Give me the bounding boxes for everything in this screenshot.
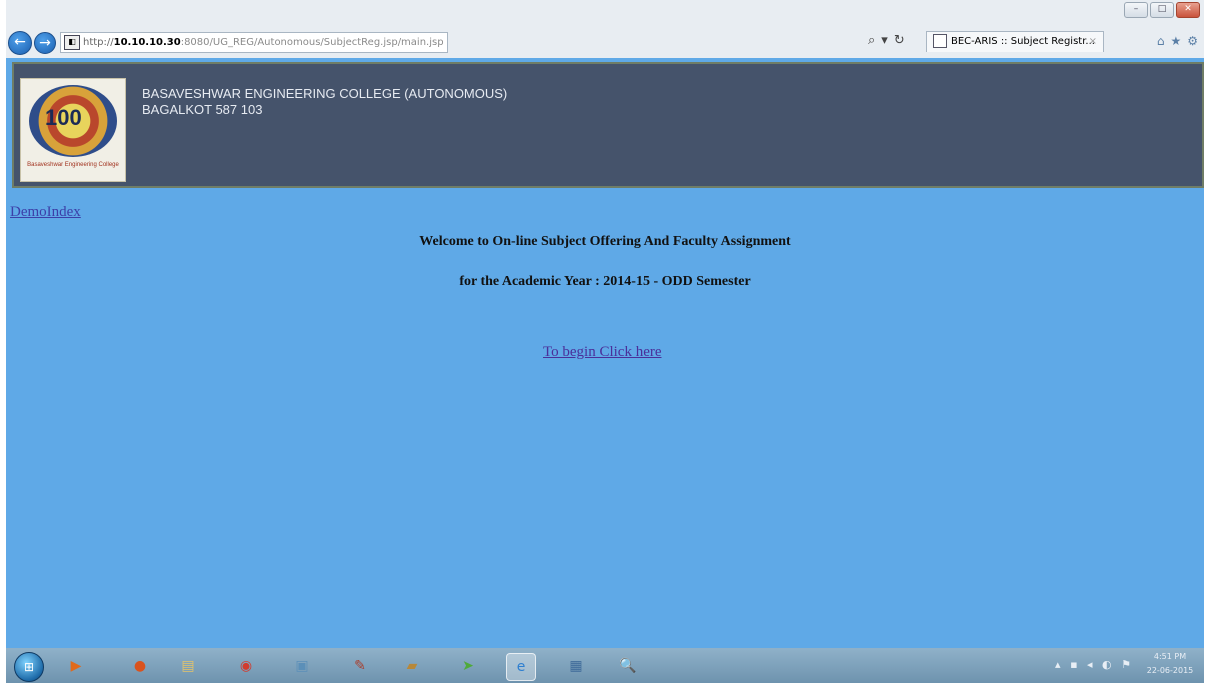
home-icon[interactable]: ⌂: [1157, 34, 1165, 48]
tab-favicon-icon: [933, 34, 947, 48]
internet-explorer-icon[interactable]: e: [506, 653, 536, 681]
college-name-line: BASAVESHWAR ENGINEERING COLLEGE (AUTONOM…: [142, 86, 508, 101]
tools-icon[interactable]: ⚙: [1187, 34, 1198, 48]
chrome-icon[interactable]: ◉: [232, 653, 260, 679]
magnifier-icon[interactable]: 🔍: [614, 653, 642, 679]
refresh-icon[interactable]: ↻: [894, 33, 905, 48]
taskbar: ⊞ ▶ ● ▤ ◉ ▣ ✎ ▰ ➤ e ▦ 🔍 ▴ ▪ ◂ ◐ ⚑ 4:51 PM 22-06-20…: [6, 648, 1204, 683]
remote-desktop-icon[interactable]: ▣: [288, 653, 316, 679]
tab-subject-registration[interactable]: BEC-ARIS :: Subject Registr... ×: [926, 31, 1104, 52]
tab-title: BEC-ARIS :: Subject Registr...: [951, 36, 1095, 47]
browser-tools: ⌂ ★ ⚙: [1157, 34, 1198, 48]
logo-caption: Basaveshwar Engineering College: [27, 162, 119, 168]
url-scheme: http://: [83, 37, 114, 48]
maximize-button[interactable]: □: [1150, 2, 1174, 18]
clock-date: 22-06-2015: [1146, 666, 1194, 675]
url-host: 10.10.10.30: [113, 37, 181, 48]
demo-index-link[interactable]: DemoIndex: [10, 204, 81, 221]
arrow-app-icon[interactable]: ➤: [454, 653, 482, 679]
address-controls: ⌕ ▾ ↻: [868, 33, 905, 48]
start-button[interactable]: ⊞: [14, 652, 44, 682]
window-app-icon[interactable]: ▦: [562, 653, 590, 679]
college-header: 100 Basaveshwar Engineering College BASA…: [12, 62, 1204, 188]
system-tray[interactable]: ▴ ▪ ◂ ◐ ⚑: [1055, 658, 1134, 671]
forward-button[interactable]: →: [34, 32, 56, 54]
favorites-icon[interactable]: ★: [1170, 34, 1181, 48]
navigation-bar: ← → ◧ http://10.10.10.30:8080/UG_REG/Auto…: [6, 28, 1204, 58]
close-window-button[interactable]: ✕: [1176, 2, 1200, 18]
college-address-line: BAGALKOT 587 103: [142, 102, 263, 117]
media-player-icon[interactable]: ▶: [62, 653, 90, 679]
paint-icon[interactable]: ✎: [346, 653, 374, 679]
firefox-icon[interactable]: ●: [126, 653, 154, 679]
clock[interactable]: 4:51 PM 22-06-2015: [1142, 650, 1198, 678]
file-explorer-icon[interactable]: ▤: [174, 653, 202, 679]
page-viewport: 100 Basaveshwar Engineering College BASA…: [6, 58, 1204, 648]
logo-number: 100: [45, 105, 82, 130]
tab-close-icon[interactable]: ×: [1089, 32, 1097, 52]
welcome-heading: Welcome to On-line Subject Offering And …: [419, 234, 791, 249]
dropdown-icon[interactable]: ▾: [881, 33, 888, 48]
address-bar[interactable]: ◧ http://10.10.10.30:8080/UG_REG/Autonomo…: [60, 32, 448, 53]
back-button[interactable]: ←: [8, 31, 32, 55]
college-logo: 100 Basaveshwar Engineering College: [20, 78, 126, 182]
window-controls: – □ ✕: [1124, 2, 1200, 18]
clock-time: 4:51 PM: [1153, 652, 1187, 661]
begin-link[interactable]: To begin Click here: [543, 344, 662, 361]
search-icon[interactable]: ⌕: [868, 33, 875, 48]
page-icon: ◧: [64, 34, 80, 50]
minimize-button[interactable]: –: [1124, 2, 1148, 18]
folder-tool-icon[interactable]: ▰: [398, 653, 426, 679]
url-path: :8080/UG_REG/Autonomous/SubjectReg.jsp/m…: [180, 37, 444, 48]
college-name: BASAVESHWAR ENGINEERING COLLEGE (AUTONOM…: [142, 86, 507, 118]
academic-year-heading: for the Academic Year : 2014-15 - ODD Se…: [459, 274, 751, 289]
